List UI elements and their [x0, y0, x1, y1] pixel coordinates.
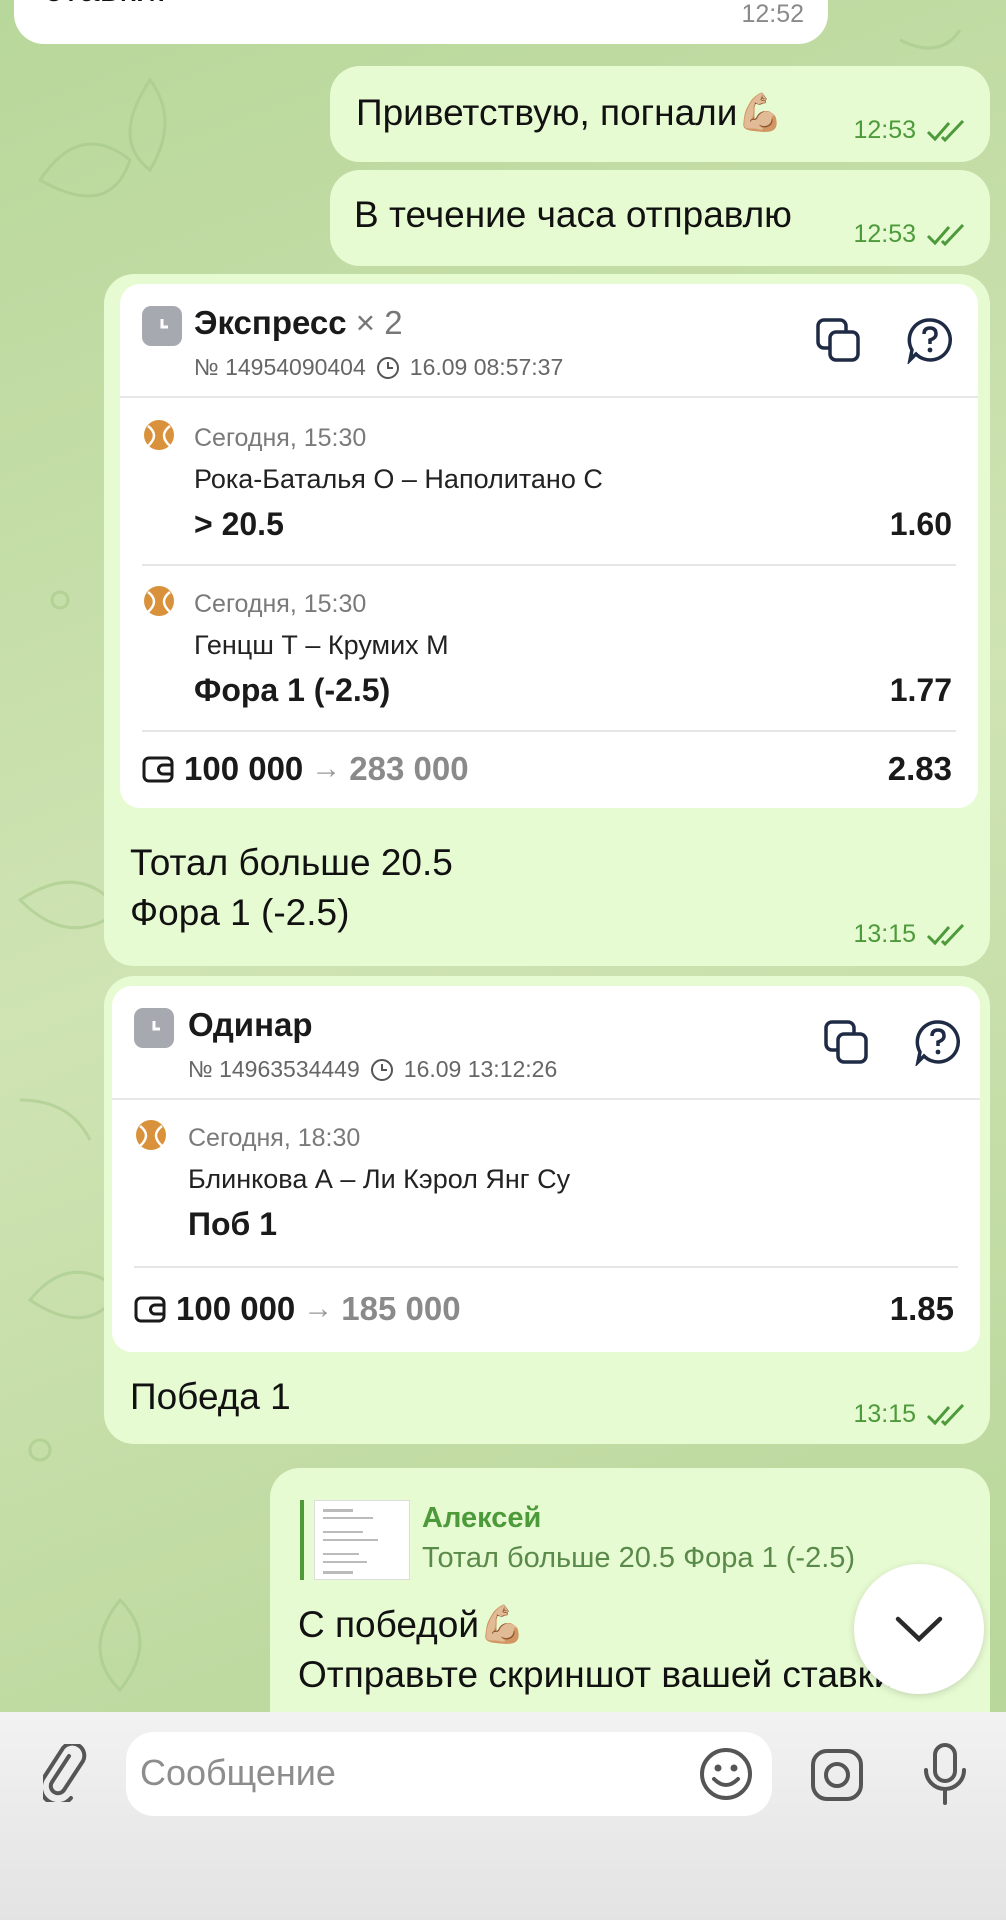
event-match: Блинкова А – Ли Кэрол Янг Су [188, 1164, 571, 1194]
event-match: Рока-Баталья О – Наполитано С [194, 464, 603, 494]
bet-type-label: Одинар [188, 1006, 313, 1043]
event-odds: 1.60 [889, 506, 952, 542]
bet-slip-header: Экспресс × 2 № 14954090404 16.09 08:57:3… [120, 284, 978, 398]
message-time: 13:15 [853, 1400, 916, 1428]
bet-message-bubble[interactable]: Экспресс × 2 № 14954090404 16.09 08:57:3… [104, 274, 990, 966]
message-line-1: С победой💪🏼 [298, 1604, 526, 1645]
stake-value: 100 000 [176, 1290, 296, 1327]
tennis-ball-icon [136, 1120, 166, 1150]
payout-value: 283 000 [349, 750, 469, 787]
stake-amount: 100 000 → 185 000 [134, 1290, 461, 1328]
caption-text: Победа 1 [130, 1376, 291, 1417]
arrow-icon: → [311, 752, 342, 785]
microphone-icon [924, 1743, 966, 1805]
bet-message-bubble[interactable]: Одинар № 14963534449 16.09 13:12:26 Сего… [104, 976, 990, 1444]
message-line-2: Отправьте скриншот вашей ставки [298, 1654, 895, 1695]
bet-type-label: Экспресс × 2 [194, 304, 403, 342]
reply-author: Алексей [422, 1502, 542, 1534]
copy-icon[interactable] [814, 316, 862, 364]
message-meta: 12:53 [853, 116, 966, 145]
event-date: Сегодня, 15:30 [194, 424, 367, 452]
message-composer: Сообщение [0, 1712, 1006, 1920]
payout-value: 185 000 [341, 1290, 461, 1327]
event-pick: Поб 1 [188, 1206, 277, 1242]
event-date: Сегодня, 18:30 [188, 1124, 361, 1152]
bet-number: № 14954090404 [194, 354, 366, 380]
bet-event: Сегодня, 18:30 Блинкова А – Ли Кэрол Янг… [112, 1100, 980, 1250]
double-check-icon [926, 923, 965, 946]
double-check-icon [926, 119, 965, 142]
message-time: 13:15 [853, 920, 916, 948]
event-date: Сегодня, 15:30 [194, 590, 367, 618]
bet-datetime: 16.09 13:12:26 [403, 1056, 558, 1082]
stake-value: 100 000 [184, 750, 304, 787]
message-time: 12:53 [853, 220, 916, 248]
help-icon[interactable] [914, 1018, 962, 1066]
bet-slip-card[interactable]: Одинар № 14963534449 16.09 13:12:26 Сего… [112, 986, 980, 1352]
double-check-icon [926, 1403, 965, 1426]
caption-line-1: Тотал больше 20.5 [130, 842, 453, 883]
caption-line-2: Фора 1 (-2.5) [130, 892, 350, 933]
message-text: Приветствую, погнали💪🏼 [356, 92, 784, 133]
arrow-icon: → [303, 1292, 334, 1325]
event-pick: Фора 1 (-2.5) [194, 672, 391, 708]
bet-number-row: № 14963534449 16.09 13:12:26 [188, 1056, 557, 1083]
bet-slip-header: Одинар № 14963534449 16.09 13:12:26 [112, 986, 980, 1100]
camera-icon [811, 1749, 863, 1801]
event-odds: 1.77 [889, 672, 952, 708]
wallet-icon [134, 1296, 166, 1323]
camera-button[interactable] [802, 1740, 872, 1810]
message-time: 12:52 [741, 0, 804, 28]
message-time: 12:53 [853, 116, 916, 144]
bet-datetime: 16.09 08:57:37 [409, 354, 564, 380]
message-input-placeholder: Сообщение [140, 1752, 336, 1793]
clock-badge-icon [134, 1008, 174, 1048]
clock-icon [370, 1058, 393, 1081]
chevron-down-icon [895, 1616, 943, 1643]
tennis-ball-icon [144, 586, 174, 616]
message-meta: 13:15 [853, 1400, 966, 1429]
incoming-message-bubble[interactable]: ставки. 12:52 [14, 0, 828, 44]
message-meta: 13:15 [853, 920, 966, 949]
event-match: Генцш Т – Крумих М [194, 630, 449, 660]
reply-quote[interactable]: Алексей Тотал больше 20.5 Фора 1 (-2.5) [300, 1500, 990, 1580]
bet-type-text: Экспресс [194, 304, 347, 341]
scroll-down-button[interactable] [854, 1564, 984, 1694]
double-check-icon [926, 223, 965, 246]
paperclip-icon [43, 1744, 87, 1802]
message-meta: 12:52 [741, 0, 804, 29]
bet-multiplier: × 2 [355, 304, 403, 341]
tennis-ball-icon [144, 420, 174, 450]
bet-slip-card[interactable]: Экспресс × 2 № 14954090404 16.09 08:57:3… [120, 284, 978, 808]
reply-snippet: Тотал больше 20.5 Фора 1 (-2.5) [422, 1542, 856, 1574]
wallet-icon [142, 756, 174, 783]
bet-number-row: № 14954090404 16.09 08:57:37 [194, 354, 563, 381]
stake-row: 100 000 → 185 000 1.85 [112, 1268, 980, 1352]
total-odds: 2.83 [887, 750, 952, 787]
message-input[interactable]: Сообщение [126, 1732, 772, 1816]
message-meta: 12:53 [853, 220, 966, 249]
attach-button[interactable] [30, 1738, 100, 1808]
voice-button[interactable] [910, 1736, 980, 1812]
bet-event: Сегодня, 15:30 Генцш Т – Крумих М Фора 1… [120, 566, 978, 730]
outgoing-message-bubble[interactable]: В течение часа отправлю 12:53 [330, 170, 990, 266]
help-icon[interactable] [906, 316, 954, 364]
clock-icon [376, 356, 399, 379]
outgoing-message-bubble[interactable]: Приветствую, погнали💪🏼 12:53 [330, 66, 990, 162]
message-text: В течение часа отправлю [354, 194, 792, 235]
emoji-icon[interactable] [698, 1746, 754, 1802]
reply-thumbnail [314, 1500, 410, 1580]
clock-badge-icon [142, 306, 182, 346]
event-pick: > 20.5 [194, 506, 284, 542]
message-text: ставки. [44, 0, 166, 10]
stake-row: 100 000 → 283 000 2.83 [120, 732, 978, 808]
stake-amount: 100 000 → 283 000 [142, 750, 469, 788]
bet-number: № 14963534449 [188, 1056, 360, 1082]
copy-icon[interactable] [822, 1018, 870, 1066]
total-odds: 1.85 [889, 1290, 954, 1327]
bet-event: Сегодня, 15:30 Рока-Баталья О – Наполита… [120, 398, 978, 564]
